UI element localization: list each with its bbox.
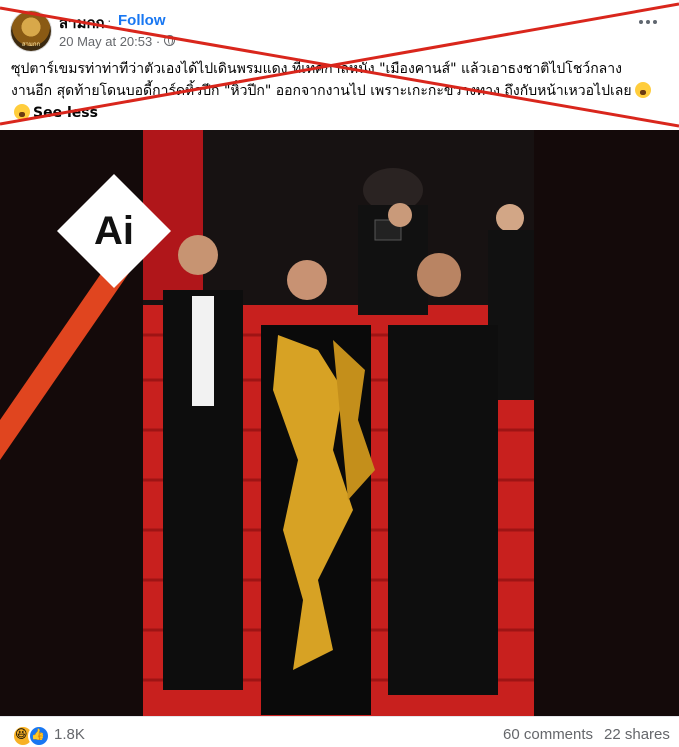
post-header: สามกก สามกก · Follow 20 May at 20:53 · — [0, 0, 679, 58]
post-caption: ซุปตาร์เขมรท่าท่าทีว่าตัวเองได้ไปเดินพรม… — [11, 58, 671, 124]
red-carpet-scene — [143, 130, 534, 716]
comments-count[interactable]: 60 comments — [503, 726, 593, 743]
ai-badge: Ai — [57, 174, 171, 288]
ai-badge-label: Ai — [94, 209, 134, 253]
see-less-link[interactable]: See less — [33, 105, 98, 121]
scene-illustration — [143, 130, 534, 716]
like-reaction-icon[interactable] — [28, 725, 50, 747]
shares-count[interactable]: 22 shares — [604, 726, 670, 743]
author-avatar[interactable]: สามกก — [11, 11, 51, 51]
shocked-emoji-icon — [634, 82, 651, 98]
more-options-icon[interactable] — [639, 20, 657, 26]
shocked-emoji-icon-2 — [14, 104, 30, 120]
avatar-label: สามกก — [21, 41, 41, 48]
reaction-count[interactable]: 1.8K — [54, 726, 85, 743]
post-photo[interactable]: Ai — [0, 130, 679, 716]
caption-line-2-wrap: งานอีก สุดท้ายโดนบอดี้การ์ดหิ้วปีก "หิ้ว… — [11, 80, 671, 102]
caption-line-1: ซุปตาร์เขมรท่าท่าทีว่าตัวเองได้ไปเดินพรม… — [11, 61, 622, 77]
post-timestamp[interactable]: 20 May at 20:53 · — [59, 34, 160, 49]
see-less-row: See less — [11, 102, 671, 124]
caption-line-2: งานอีก สุดท้ายโดนบอดี้การ์ดหิ้วปีก "หิ้ว… — [11, 83, 632, 99]
post-footer: 1.8K 60 comments 22 shares — [0, 716, 679, 747]
follow-button[interactable]: Follow — [118, 12, 166, 29]
author-name[interactable]: สามกก — [59, 11, 105, 35]
separator-dot: · — [107, 12, 112, 28]
globe-icon — [164, 35, 175, 46]
